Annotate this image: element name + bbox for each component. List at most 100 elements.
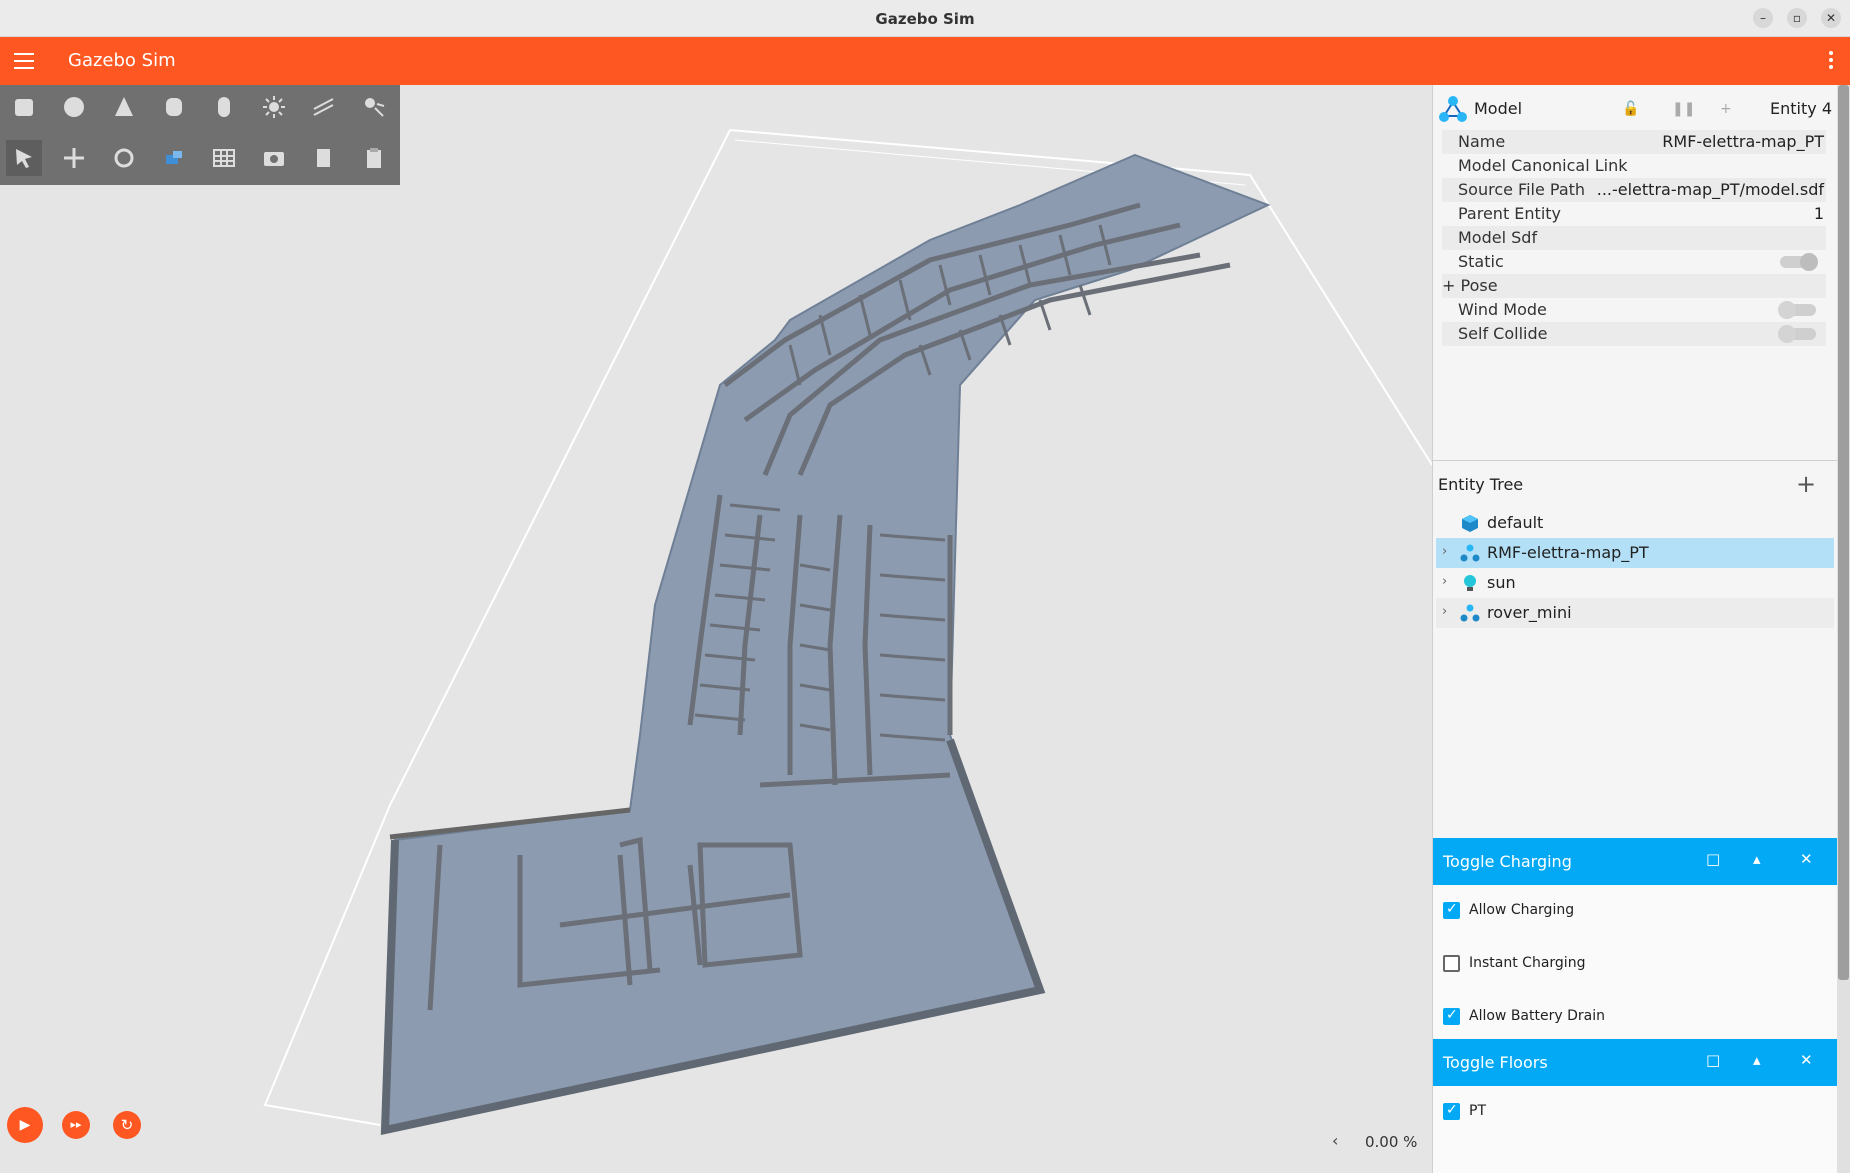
wind-mode-toggle[interactable] [1778,301,1816,319]
box-icon[interactable] [6,89,42,125]
prop-value: ...-elettra-map_PT/model.sdf [1596,180,1824,199]
entity-id-label: Entity 4 [1770,99,1832,118]
rotate-icon[interactable] [106,140,142,176]
tree-item-rmf-elettra-map[interactable]: › RMF-elettra-map_PT [1436,538,1834,568]
lock-icon[interactable]: 🔓 [1622,101,1639,117]
minimize-button[interactable]: – [1753,8,1773,28]
capsule-icon[interactable] [206,89,242,125]
scene-3d-viewport[interactable] [0,85,1432,1173]
prop-key: + Pose [1442,276,1498,295]
prop-wind-mode: Wind Mode [1442,298,1826,322]
select-icon[interactable] [6,140,42,176]
prop-static: Static [1442,250,1826,274]
prop-source-file-path: Source File Path ...-elettra-map_PT/mode… [1442,178,1826,202]
window-title: Gazebo Sim [875,10,975,28]
prop-key: Parent Entity [1458,204,1562,223]
close-button[interactable]: ✕ [1821,8,1841,28]
add-entity-icon[interactable]: + [1796,470,1816,498]
copy-icon[interactable] [306,140,342,176]
instant-charging-checkbox[interactable] [1443,955,1460,972]
chevron-right-icon[interactable]: › [1442,574,1447,589]
translate-icon[interactable] [56,140,92,176]
tree-item-rover-mini[interactable]: › rover_mini [1436,598,1834,628]
chevron-right-icon[interactable]: › [1442,604,1447,619]
option-label: PT [1469,1103,1486,1119]
prop-key: Name [1458,132,1506,151]
pause-icon[interactable]: ❚❚ [1672,101,1695,117]
prop-value[interactable]: RMF-elettra-map_PT [1662,132,1824,151]
close-icon[interactable]: ✕ [1800,1051,1813,1069]
entity-tree-title: Entity Tree [1438,475,1524,494]
entity-type-label: Model [1474,99,1523,118]
toggle-floors-body [1433,1086,1837,1173]
shapes-toolbar [0,85,400,185]
reset-button[interactable]: ↻ [113,1111,141,1139]
grid-icon[interactable] [206,140,242,176]
directional-light-icon[interactable] [306,89,342,125]
toggle-floors-header: Toggle Floors □ ▴ ✕ [1433,1039,1837,1086]
panel-divider [1432,460,1837,461]
close-icon[interactable]: ✕ [1800,850,1813,868]
step-button[interactable]: ▸▸ [62,1111,90,1139]
collapse-icon[interactable]: ▴ [1753,850,1761,868]
model-icon [1460,604,1480,622]
app-title: Gazebo Sim [68,50,176,71]
prop-key: Wind Mode [1458,300,1547,319]
plugin-title: Toggle Floors [1443,1053,1548,1072]
tree-item-sun[interactable]: › sun [1436,568,1834,598]
prop-parent-entity: Parent Entity 1 [1442,202,1826,226]
toggle-charging-header: Toggle Charging □ ▴ ✕ [1433,838,1837,885]
allow-charging-checkbox[interactable] [1443,901,1460,919]
prop-self-collide: Self Collide [1442,322,1826,346]
right-panel-scroll-thumb[interactable] [1838,85,1849,980]
prop-model-canonical-link: Model Canonical Link [1442,154,1826,178]
world-cube-icon [1462,515,1478,532]
prop-model-sdf[interactable]: Model Sdf [1442,226,1826,250]
prop-key: Source File Path [1458,180,1586,199]
prop-key: Model Sdf [1458,228,1538,247]
cone-icon[interactable] [106,89,142,125]
transform-control-icon[interactable] [156,140,192,176]
app-bar: Gazebo Sim [0,37,1850,85]
restore-button[interactable]: ▫ [1787,8,1807,28]
play-button[interactable]: ▶ [7,1107,43,1143]
rtf-collapse-icon[interactable]: ‹ [1332,1131,1338,1150]
sphere-icon[interactable] [56,89,92,125]
collapse-icon[interactable]: ▴ [1753,1051,1761,1069]
prop-pose[interactable]: + Pose [1442,274,1826,298]
tree-item-default[interactable]: default [1436,508,1834,538]
model-icon [1439,96,1467,122]
screenshot-icon[interactable] [256,140,292,176]
sun-light-icon[interactable] [256,89,292,125]
floor-pt-checkbox[interactable] [1443,1102,1460,1120]
static-toggle[interactable] [1780,253,1818,271]
tree-item-label: rover_mini [1487,603,1572,622]
light-bulb-icon [1464,575,1476,591]
tree-item-label: default [1487,513,1544,532]
prop-key: Self Collide [1458,324,1548,343]
prop-key: Model Canonical Link [1458,156,1628,175]
map-model-render [263,129,1432,1135]
add-component-icon[interactable]: + [1720,101,1732,117]
option-label: Allow Charging [1469,902,1575,918]
paste-icon[interactable] [356,140,392,176]
maximize-icon[interactable]: □ [1706,850,1720,868]
option-label: Allow Battery Drain [1469,1008,1605,1024]
chevron-right-icon[interactable]: › [1442,544,1447,559]
allow-battery-drain-checkbox[interactable] [1443,1007,1460,1025]
component-inspector-header: Model 🔓 ❚❚ + Entity 4 [1436,90,1836,128]
maximize-icon[interactable]: □ [1706,1051,1720,1069]
tree-item-label: sun [1487,573,1516,592]
prop-value: 1 [1813,204,1824,223]
spot-light-icon[interactable] [356,89,392,125]
real-time-factor: 0.00 % [1365,1133,1418,1151]
window-titlebar: Gazebo Sim – ▫ ✕ [0,0,1850,37]
prop-key: Static [1458,252,1504,271]
plugin-title: Toggle Charging [1443,852,1572,871]
hamburger-menu-icon[interactable] [14,53,34,69]
option-label: Instant Charging [1469,955,1586,971]
tree-item-label: RMF-elettra-map_PT [1487,543,1649,562]
kebab-menu-icon[interactable] [1828,51,1834,71]
cylinder-icon[interactable] [156,89,192,125]
self-collide-toggle[interactable] [1778,325,1816,343]
